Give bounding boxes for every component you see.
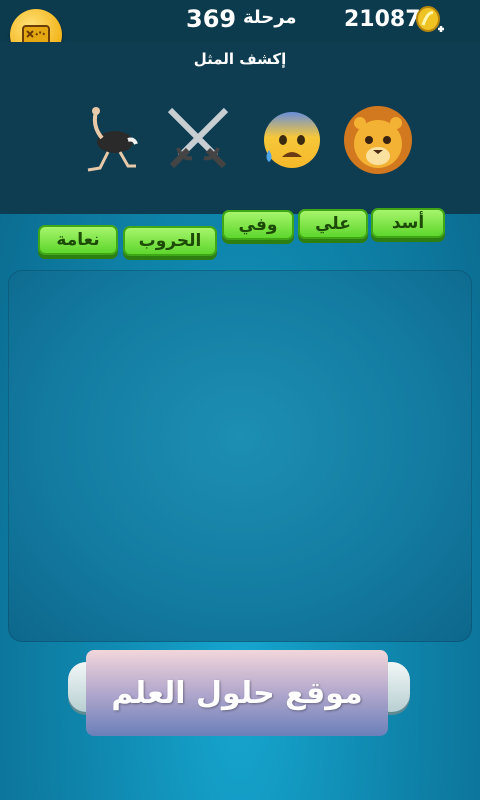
word-tile-1[interactable]: أسد — [371, 208, 445, 238]
word-tile-3[interactable]: وفي — [222, 210, 294, 240]
lion-emoji — [344, 106, 412, 174]
answer-board — [8, 270, 472, 642]
word-tile-4[interactable]: الحروب — [123, 226, 217, 256]
word-tile-2[interactable]: علي — [298, 209, 368, 239]
anxious-sweat-face-emoji — [264, 112, 320, 168]
ostrich-emoji — [87, 107, 138, 172]
coin-plus-icon[interactable] — [414, 5, 444, 35]
crossed-swords-emoji — [167, 107, 229, 169]
watermark-banner: موقع حلول العلم — [86, 650, 388, 736]
level-label: مرحلة — [243, 7, 297, 28]
word-tile-5[interactable]: نعامة — [38, 225, 118, 255]
puzzle-title: إكشف المثل — [193, 50, 287, 68]
level-number: 369 — [186, 5, 237, 33]
